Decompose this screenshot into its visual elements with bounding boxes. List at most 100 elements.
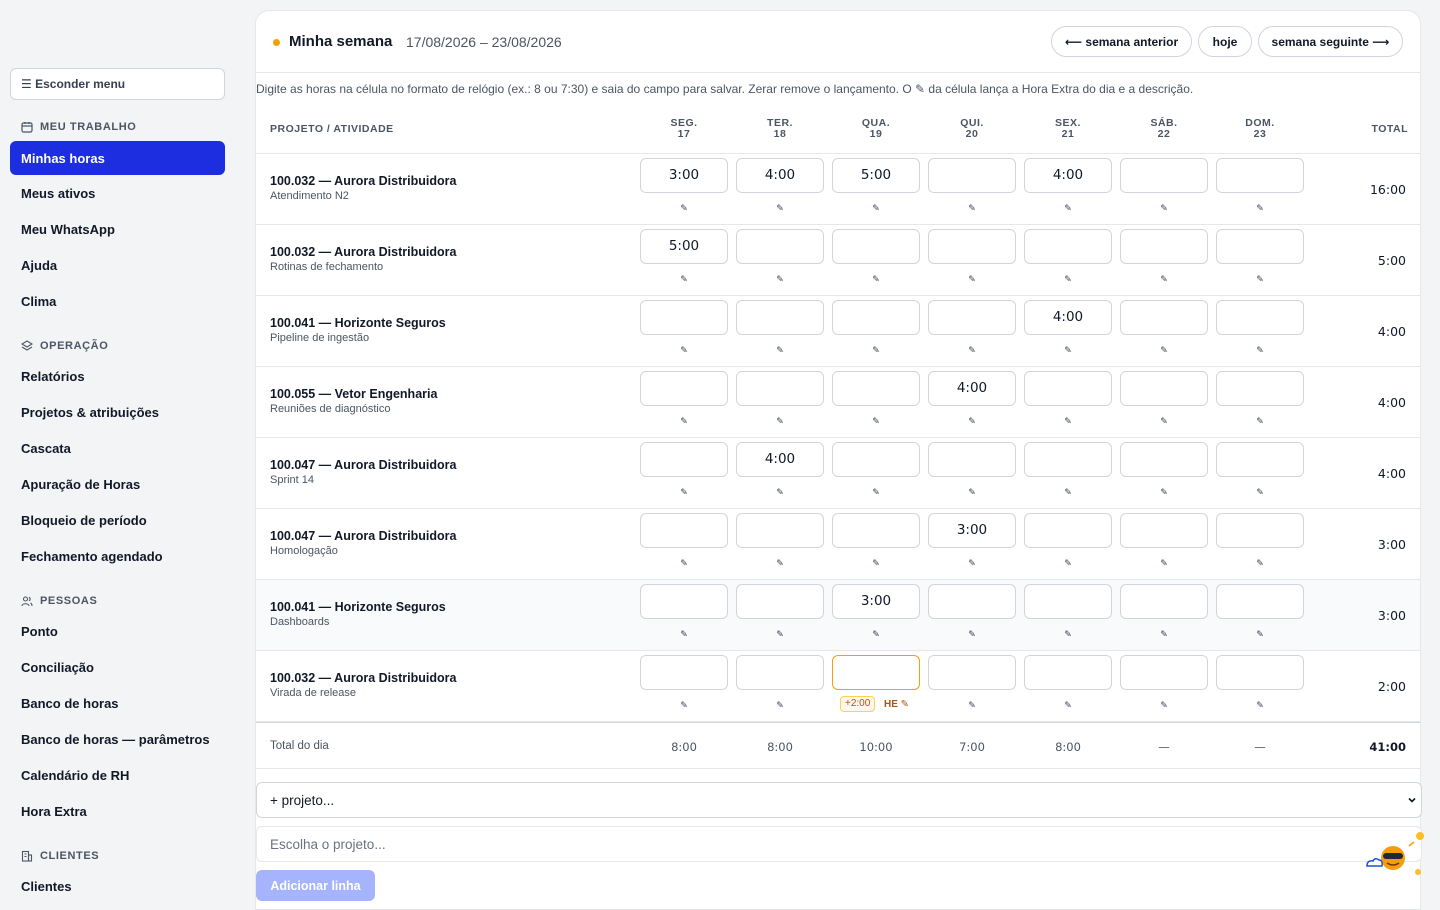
hours-cell[interactable]	[1024, 442, 1112, 477]
hours-cell[interactable]	[736, 229, 824, 264]
hours-cell[interactable]	[1120, 584, 1208, 619]
hours-cell[interactable]	[1120, 158, 1208, 193]
pencil-icon[interactable]: ✎	[1255, 416, 1265, 426]
nav-bloqueio-periodo[interactable]: Bloqueio de período	[10, 503, 225, 537]
pencil-icon[interactable]: ✎	[679, 558, 689, 568]
pencil-icon[interactable]: ✎	[1159, 274, 1169, 284]
hours-cell[interactable]	[832, 513, 920, 548]
nav-hora-extra[interactable]: Hora Extra	[10, 794, 225, 828]
hours-cell[interactable]	[1120, 300, 1208, 335]
pencil-icon[interactable]: ✎	[775, 558, 785, 568]
hours-cell[interactable]	[1024, 655, 1112, 690]
project-select[interactable]: + projeto...	[256, 782, 1422, 818]
hours-cell[interactable]: 4:00	[928, 371, 1016, 406]
pencil-icon[interactable]: ✎	[871, 416, 881, 426]
pencil-icon[interactable]: ✎	[1159, 416, 1169, 426]
nav-cascata[interactable]: Cascata	[10, 431, 225, 465]
next-week-button[interactable]: semana seguinte ⟶	[1258, 26, 1403, 57]
hours-cell[interactable]	[736, 655, 824, 690]
hours-cell[interactable]	[1216, 371, 1304, 406]
hide-menu-button[interactable]: ☰ Esconder menu	[10, 68, 225, 100]
hours-cell[interactable]	[928, 655, 1016, 690]
hours-cell[interactable]: 4:00	[736, 442, 824, 477]
overtime-label[interactable]: HE ✎	[884, 699, 909, 710]
hours-cell[interactable]	[1024, 229, 1112, 264]
pencil-icon[interactable]: ✎	[1063, 203, 1073, 213]
pencil-icon[interactable]: ✎	[679, 203, 689, 213]
pencil-icon[interactable]: ✎	[1159, 487, 1169, 497]
hours-cell[interactable]	[640, 513, 728, 548]
nav-relatorios[interactable]: Relatórios	[10, 359, 225, 393]
pencil-icon[interactable]: ✎	[775, 203, 785, 213]
hours-cell[interactable]	[640, 300, 728, 335]
hours-cell[interactable]: 5:00	[832, 158, 920, 193]
pencil-icon[interactable]: ✎	[1255, 274, 1265, 284]
pencil-icon[interactable]: ✎	[1063, 274, 1073, 284]
hours-cell[interactable]	[640, 371, 728, 406]
pencil-icon[interactable]: ✎	[1063, 416, 1073, 426]
hours-cell[interactable]	[1216, 442, 1304, 477]
hours-cell[interactable]	[928, 229, 1016, 264]
nav-banco-horas[interactable]: Banco de horas	[10, 686, 225, 720]
pencil-icon[interactable]: ✎	[871, 203, 881, 213]
pencil-icon[interactable]: ✎	[679, 345, 689, 355]
pencil-icon[interactable]: ✎	[871, 487, 881, 497]
nav-meus-ativos[interactable]: Meus ativos	[10, 176, 225, 210]
pencil-icon[interactable]: ✎	[775, 700, 785, 710]
hours-cell[interactable]	[1120, 442, 1208, 477]
pencil-icon[interactable]: ✎	[1063, 487, 1073, 497]
nav-conciliacao[interactable]: Conciliação	[10, 650, 225, 684]
hours-cell[interactable]	[832, 300, 920, 335]
nav-meu-whatsapp[interactable]: Meu WhatsApp	[10, 212, 225, 246]
pencil-icon[interactable]: ✎	[1255, 487, 1265, 497]
pencil-icon[interactable]: ✎	[679, 416, 689, 426]
hours-cell[interactable]: 3:00	[832, 584, 920, 619]
hours-cell[interactable]	[1216, 513, 1304, 548]
pencil-icon[interactable]: ✎	[967, 345, 977, 355]
nav-projetos-atribuicoes[interactable]: Projetos & atribuições	[10, 395, 225, 429]
hours-cell[interactable]	[1120, 655, 1208, 690]
pencil-icon[interactable]: ✎	[967, 416, 977, 426]
pencil-icon[interactable]: ✎	[775, 487, 785, 497]
hours-cell[interactable]	[736, 584, 824, 619]
pencil-icon[interactable]: ✎	[1159, 345, 1169, 355]
nav-minhas-horas[interactable]: Minhas horas	[10, 141, 225, 175]
nav-ponto[interactable]: Ponto	[10, 614, 225, 648]
hours-cell[interactable]	[640, 584, 728, 619]
hours-cell[interactable]	[736, 371, 824, 406]
pencil-icon[interactable]: ✎	[871, 345, 881, 355]
project-search-input[interactable]: Escolha o projeto...	[256, 826, 1422, 862]
hours-cell[interactable]	[1024, 584, 1112, 619]
hours-cell[interactable]	[736, 300, 824, 335]
hours-cell[interactable]	[928, 300, 1016, 335]
today-button[interactable]: hoje	[1198, 26, 1252, 57]
pencil-icon[interactable]: ✎	[1063, 345, 1073, 355]
hours-cell[interactable]: 4:00	[1024, 300, 1112, 335]
pencil-icon[interactable]: ✎	[679, 629, 689, 639]
weather-mascot-icon[interactable]	[1365, 828, 1430, 880]
pencil-icon[interactable]: ✎	[967, 203, 977, 213]
hours-cell[interactable]	[832, 371, 920, 406]
pencil-icon[interactable]: ✎	[1063, 629, 1073, 639]
pencil-icon[interactable]: ✎	[967, 487, 977, 497]
hours-cell[interactable]	[736, 513, 824, 548]
hours-cell[interactable]	[1216, 584, 1304, 619]
hours-cell[interactable]	[832, 442, 920, 477]
pencil-icon[interactable]: ✎	[967, 558, 977, 568]
nav-apuracao-horas[interactable]: Apuração de Horas	[10, 467, 225, 501]
pencil-icon[interactable]: ✎	[775, 416, 785, 426]
pencil-icon[interactable]: ✎	[775, 629, 785, 639]
pencil-icon[interactable]: ✎	[1255, 345, 1265, 355]
pencil-icon[interactable]: ✎	[1159, 700, 1169, 710]
pencil-icon[interactable]: ✎	[1255, 629, 1265, 639]
pencil-icon[interactable]: ✎	[1159, 558, 1169, 568]
hours-cell[interactable]	[1120, 229, 1208, 264]
pencil-icon[interactable]: ✎	[1159, 629, 1169, 639]
hours-cell[interactable]	[640, 655, 728, 690]
hours-cell[interactable]	[928, 158, 1016, 193]
pencil-icon[interactable]: ✎	[967, 629, 977, 639]
hours-cell[interactable]	[928, 584, 1016, 619]
pencil-icon[interactable]: ✎	[871, 558, 881, 568]
hours-cell[interactable]	[832, 655, 920, 690]
pencil-icon[interactable]: ✎	[871, 629, 881, 639]
